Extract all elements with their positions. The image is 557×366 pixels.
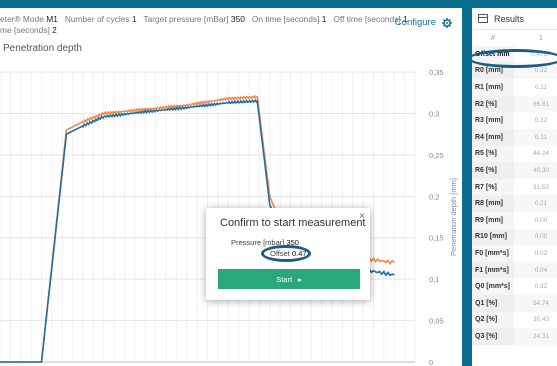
table-row: Q2 [%]30.4330.34 (472, 311, 557, 329)
measurement-parameters: eter® Mode M1 Number of cycles 1 Target … (0, 14, 408, 36)
dialog-title: Confirm to start measurement (220, 217, 366, 229)
y-tick-label: 0,35 (429, 68, 444, 77)
param-mode-value: M1 (46, 14, 58, 24)
y-tick-label: 0,2 (429, 192, 439, 201)
y-tick-label: 0,1 (429, 275, 439, 284)
param-mode-label: eter® Mode (0, 14, 44, 24)
row-label: R10 [mm] (472, 228, 514, 246)
param-cycles-value: 1 (131, 14, 137, 24)
play-icon: ▸ (298, 274, 302, 284)
cell-value: 0.32 (534, 117, 548, 125)
table-row: Q0 [mm*s]0.320.32 (472, 278, 557, 295)
results-panel: Results # 1 2 Offset mm0.47970.479R0 [mm… (472, 8, 557, 366)
row-label: F1 [mm*s] (472, 261, 514, 279)
table-row: R5 [%]44.2446.28 (472, 145, 557, 163)
table-row: F0 [mm*s]0.020.02 (472, 245, 557, 262)
results-header: Results (472, 8, 557, 30)
table-row: R2 [%]66.8162.58 (472, 95, 557, 113)
table-row: R8 [mm]0.210.20 (472, 195, 557, 212)
table-row: R9 [mm]0.000.00 (472, 211, 557, 229)
row-label: Q3 [%] (472, 328, 514, 345)
row-label: R4 [mm] (472, 128, 514, 146)
row-label: R2 [%] (472, 95, 514, 113)
table-row: F1 [mm*s]0.040.03 (472, 261, 557, 279)
table-row: R10 [mm]0.000.00 (472, 228, 557, 246)
close-icon[interactable]: × (359, 211, 365, 222)
param-ontime-label: On time [seconds] (251, 14, 320, 24)
row-label: Q0 [mm*s] (472, 278, 514, 295)
row-label: R9 [mm] (472, 211, 514, 229)
cell-value: 66.81 (514, 95, 557, 113)
cell-value: 0.00 (514, 228, 557, 246)
cell-value: 0.21 (514, 195, 557, 212)
row-label: R1 [mm] (472, 79, 514, 96)
cell-value: 0.32 (534, 283, 548, 291)
y-tick-label: 0,25 (429, 151, 444, 160)
cell-value: 31.53 (532, 183, 549, 191)
param-cycles-label: Number of cycles (64, 14, 130, 24)
column-header: # (491, 34, 495, 42)
cell-value: 40.30 (514, 162, 557, 179)
row-label: R6 [%] (472, 162, 514, 179)
chart-title: Penetration depth (3, 43, 82, 54)
table-row: R1 [mm]0.110.12 (472, 79, 557, 96)
row-label: R3 [mm] (472, 112, 514, 129)
table-row: R6 [%]40.3047.19 (472, 162, 557, 179)
table-row: Q3 [%]24.3121.58 (472, 328, 557, 345)
y-axis-label: Penetration depth [mm] (449, 178, 458, 256)
results-table: # 1 2 Offset mm0.47970.479R0 [mm]0.320.3… (472, 30, 557, 345)
row-label: R5 [%] (472, 145, 514, 163)
row-label: R7 [%] (472, 178, 514, 196)
y-tick-label: 0,15 (429, 234, 444, 243)
chart-panel: eter® Mode M1 Number of cycles 1 Target … (0, 8, 462, 366)
row-label: F0 [mm*s] (472, 245, 514, 262)
row-label: Q1 [%] (472, 294, 514, 312)
row-label: Q2 [%] (472, 311, 514, 329)
param-pressure-value: 350 (230, 14, 245, 24)
param-line2-label: me [seconds] (0, 25, 50, 35)
cell-value: 0.04 (514, 261, 557, 279)
configure-label: Configure (394, 17, 436, 28)
confirm-dialog: Confirm to start measurement × Pressure … (206, 208, 370, 300)
table-icon (478, 14, 488, 23)
cell-value: 0.11 (534, 83, 547, 91)
y-tick-label: 0 (429, 358, 433, 366)
table-row: Q1 [%]54.7451.92 (472, 294, 557, 312)
highlight-ring (472, 49, 557, 68)
cell-value: 0.02 (534, 249, 548, 257)
cell-value: 44.24 (532, 150, 549, 158)
start-label: Start (276, 274, 293, 284)
gear-icon (442, 17, 452, 28)
row-label: R8 [mm] (472, 195, 514, 212)
cell-value: 54.74 (514, 294, 557, 312)
y-tick-label: 0,3 (429, 109, 439, 118)
parameter-bar: eter® Mode M1 Number of cycles 1 Target … (0, 8, 462, 38)
results-title: Results (494, 13, 525, 24)
table-row: R4 [mm]0.110.12 (472, 128, 557, 146)
results-header-row: # 1 2 (472, 30, 557, 46)
app-frame: eter® Mode M1 Number of cycles 1 Target … (0, 0, 557, 366)
param-offtime-label: Off time [seconds] (333, 14, 401, 24)
y-tick-label: 0,05 (429, 317, 444, 326)
cell-value: 30.43 (532, 316, 549, 324)
column-header: 1 (538, 34, 543, 42)
param-pressure-label: Target pressure [mBar] (143, 14, 229, 24)
start-button[interactable]: Start ▸ (218, 269, 360, 289)
param-ontime-value: 1 (321, 14, 327, 24)
highlight-ring (261, 245, 311, 262)
cell-value: 24.31 (514, 328, 557, 345)
table-row: R3 [mm]0.320.32 (472, 112, 557, 129)
cell-value: 0.00 (534, 216, 548, 224)
cell-value: 0.11 (514, 128, 557, 146)
param-line2-value: 2 (52, 25, 57, 35)
table-row: R7 [%]31.5331.44 (472, 178, 557, 196)
configure-button[interactable]: Configure (395, 17, 452, 28)
